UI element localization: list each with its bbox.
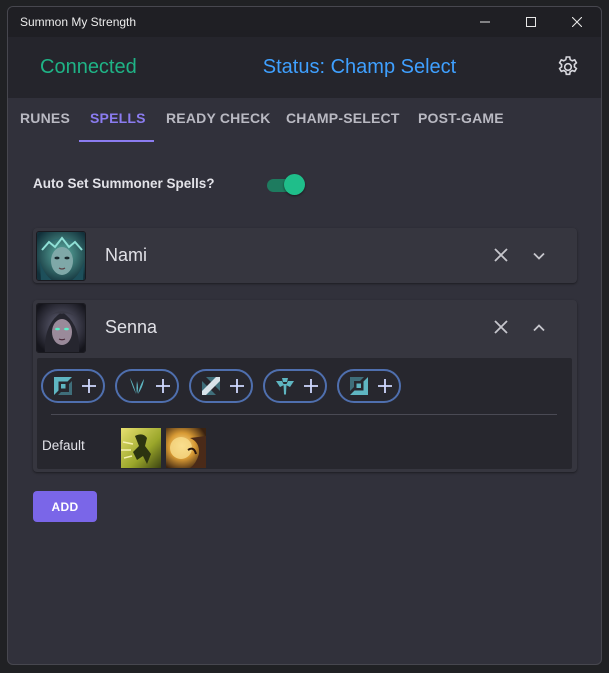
expand-nami-button[interactable]	[531, 248, 547, 264]
senna-spell-config: Default	[37, 358, 572, 469]
close-window-button[interactable]	[554, 7, 600, 37]
tab-ready-check[interactable]: READY CHECK	[166, 98, 271, 144]
tab-bar: RUNES SPELLS READY CHECK CHAMP-SELECT PO…	[8, 98, 601, 144]
tab-post-game[interactable]: POST-GAME	[418, 98, 504, 144]
ghost-spell-icon[interactable]	[121, 428, 161, 468]
add-support-spell-set-button[interactable]	[263, 369, 327, 403]
tab-spells[interactable]: SPELLS	[90, 98, 146, 144]
add-champion-button[interactable]: ADD	[33, 491, 97, 522]
minimize-icon	[480, 21, 490, 23]
remove-nami-button[interactable]	[492, 246, 510, 264]
title-bar: Summon My Strength	[8, 7, 601, 37]
maximize-icon	[526, 17, 536, 27]
app-window: Summon My Strength Connected Status: Cha…	[7, 6, 602, 665]
chevron-up-icon	[533, 324, 545, 332]
add-jungle-spell-set-button[interactable]	[115, 369, 179, 403]
top-lane-icon	[54, 377, 72, 395]
champion-name: Nami	[105, 245, 148, 265]
chevron-down-icon	[533, 252, 545, 260]
auto-set-toggle[interactable]	[267, 174, 305, 196]
tab-champ-select[interactable]: CHAMP-SELECT	[286, 98, 400, 144]
active-tab-indicator	[79, 140, 154, 142]
add-bottom-spell-set-button[interactable]	[337, 369, 401, 403]
plus-icon	[82, 379, 96, 393]
champion-name: Senna	[105, 317, 158, 337]
bottom-lane-icon	[350, 377, 368, 395]
add-mid-spell-set-button[interactable]	[189, 369, 253, 403]
game-status: Status: Champ Select	[262, 56, 457, 78]
support-icon	[276, 378, 294, 395]
divider	[51, 414, 557, 415]
settings-button[interactable]	[556, 55, 580, 79]
remove-senna-button[interactable]	[492, 318, 510, 336]
close-icon	[494, 320, 508, 334]
plus-icon	[304, 379, 318, 393]
plus-icon	[230, 379, 244, 393]
toggle-knob	[284, 174, 305, 195]
senna-avatar	[36, 303, 86, 353]
default-set-label: Default	[42, 438, 85, 453]
header: Connected Status: Champ Select	[8, 37, 601, 98]
champion-card-senna[interactable]: Senna Default	[33, 300, 577, 472]
tab-runes[interactable]: RUNES	[20, 98, 70, 144]
jungle-icon	[130, 378, 144, 394]
add-top-spell-set-button[interactable]	[41, 369, 105, 403]
close-icon	[572, 17, 582, 27]
mid-lane-icon	[202, 377, 220, 395]
plus-icon	[156, 379, 170, 393]
champion-card-nami[interactable]: Nami	[33, 228, 577, 283]
collapse-senna-button[interactable]	[531, 320, 547, 336]
plus-icon	[378, 379, 392, 393]
heal-spell-icon[interactable]	[166, 428, 206, 468]
nami-avatar	[36, 231, 86, 281]
close-icon	[494, 248, 508, 262]
auto-set-label: Auto Set Summoner Spells?	[33, 176, 215, 191]
maximize-button[interactable]	[508, 7, 554, 37]
minimize-button[interactable]	[462, 7, 508, 37]
gear-icon	[558, 56, 578, 76]
window-title: Summon My Strength	[20, 15, 137, 29]
